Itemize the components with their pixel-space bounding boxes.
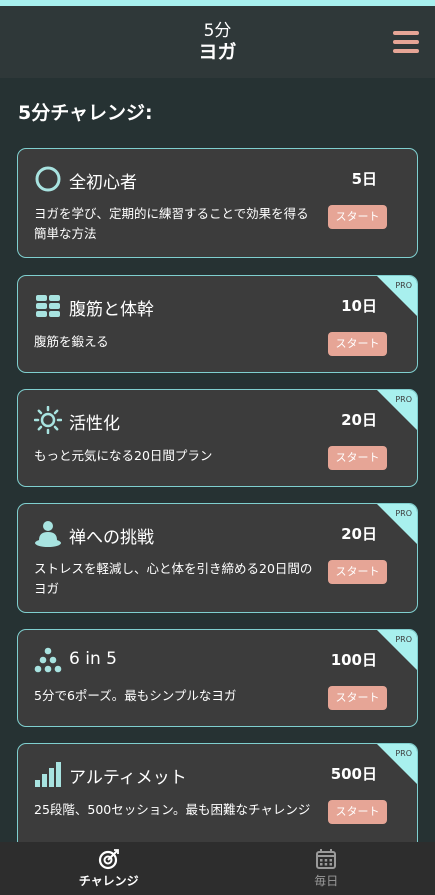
section-title: 5分チャレンジ: (18, 102, 153, 124)
challenge-title: 全初心者 (69, 173, 137, 193)
challenge-card[interactable]: PRO 禅への挑戦 20日 ストレスを軽減し、心と体を引き締める20日間のヨガ … (17, 503, 418, 613)
nav-tab-daily[interactable]: 毎日 (218, 842, 435, 895)
challenge-description: 腹筋を鍛える (34, 334, 109, 349)
nav-label-challenge: チャレンジ (78, 874, 139, 888)
challenge-description: ヨガを学び、定期的に練習することで効果を得る簡単な方法 (34, 206, 309, 241)
pro-badge: PRO (395, 395, 412, 404)
challenge-card[interactable]: PRO 活性化 20日 もっと元気になる20日間プラン スタート (17, 389, 418, 487)
hamburger-menu-icon[interactable] (393, 31, 419, 53)
target-icon (98, 849, 119, 870)
challenge-days: 500日 (330, 765, 377, 783)
app-header: 5分 ヨガ (0, 6, 435, 78)
challenge-days: 10日 (341, 297, 377, 315)
challenge-card[interactable]: 全初心者 5日 ヨガを学び、定期的に練習することで効果を得る簡単な方法 スタート (17, 148, 418, 258)
challenge-title: 6 in 5 (69, 649, 117, 669)
challenge-description: ストレスを軽減し、心と体を引き締める20日間のヨガ (34, 561, 313, 596)
challenge-description: 25段階、500セッション。最も困難なチャレンジ (34, 802, 311, 817)
calendar-icon (316, 849, 337, 869)
meditation-icon (35, 521, 61, 547)
pro-badge: PRO (395, 509, 412, 518)
start-button[interactable]: スタート (328, 446, 387, 470)
circle-icon (35, 166, 61, 192)
dots-pyramid-icon (34, 647, 62, 673)
challenge-days: 5日 (351, 170, 377, 188)
challenge-title: アルティメット (69, 768, 187, 788)
pro-badge: PRO (395, 749, 412, 758)
bottom-navigation: チャレンジ 毎日 (0, 842, 435, 895)
start-button[interactable]: スタート (328, 205, 387, 229)
start-button[interactable]: スタート (328, 332, 387, 356)
app-title-line1: 5分 (203, 21, 232, 41)
challenge-card[interactable]: PRO 腹筋と体幹 10日 腹筋を鍛える スタート (17, 275, 418, 373)
challenge-description: もっと元気になる20日間プラン (34, 448, 213, 463)
nav-tab-challenge[interactable]: チャレンジ (0, 842, 218, 895)
challenge-title: 腹筋と体幹 (69, 300, 154, 320)
challenge-card[interactable]: PRO アルティメット 500日 25段階、500セッション。最も困難なチャレン… (17, 743, 418, 855)
challenge-days: 100日 (330, 651, 377, 669)
abs-icon (36, 295, 60, 317)
start-button[interactable]: スタート (328, 800, 387, 824)
sun-icon (34, 406, 62, 434)
challenge-days: 20日 (341, 525, 377, 543)
challenge-title: 活性化 (69, 414, 120, 434)
start-button[interactable]: スタート (328, 560, 387, 584)
app-title-line2: ヨガ (198, 41, 237, 63)
challenge-card[interactable]: PRO 6 in 5 100日 5分で6ポーズ。最もシンプルなヨガ スタート (17, 629, 418, 727)
challenge-days: 20日 (341, 411, 377, 429)
challenge-description: 5分で6ポーズ。最もシンプルなヨガ (34, 688, 237, 703)
challenge-title: 禅への挑戦 (69, 528, 154, 548)
nav-label-daily: 毎日 (314, 874, 339, 888)
pro-badge: PRO (395, 635, 412, 644)
start-button[interactable]: スタート (328, 686, 387, 710)
bar-chart-icon (35, 762, 61, 787)
pro-badge: PRO (395, 281, 412, 290)
